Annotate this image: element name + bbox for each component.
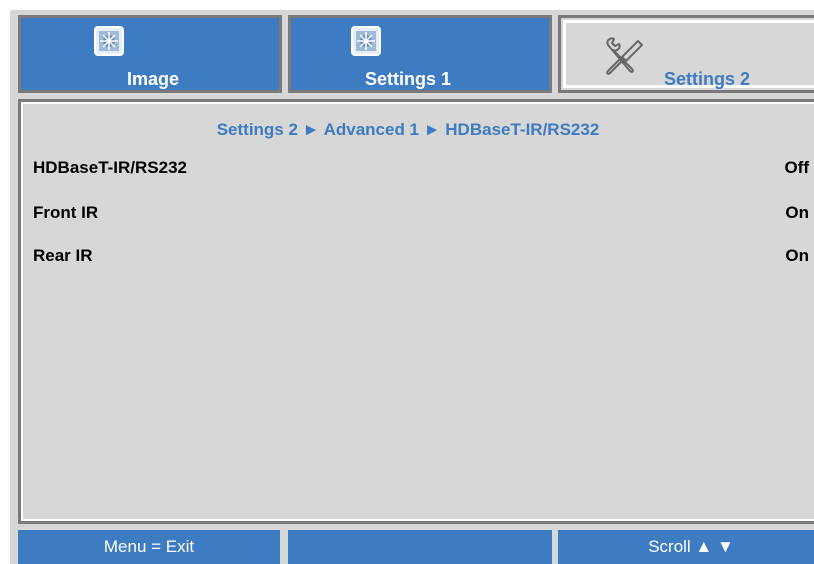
tab-settings-2-bg: Settings 2	[563, 20, 814, 89]
footer-scroll: Scroll ▲ ▼	[558, 530, 814, 564]
tab-settings-2-label: Settings 2	[664, 69, 751, 89]
tab-settings-1-label: Settings 1	[365, 69, 452, 89]
tab-image-label: Image	[126, 69, 180, 89]
menu-row-value: On	[785, 203, 809, 222]
menu-row-label: Rear IR	[33, 246, 93, 265]
footer-bar: Menu = Exit Scroll ▲ ▼	[18, 530, 814, 564]
image-tab-icon	[94, 26, 124, 56]
menu-row-front-ir[interactable]: Front IR On	[33, 203, 809, 227]
menu-row-value: Off	[784, 158, 809, 177]
tools-icon	[602, 35, 646, 79]
menu-row-label: HDBaseT-IR/RS232	[33, 158, 188, 177]
tab-settings-1-bg: Settings 1	[291, 18, 549, 90]
content-panel-inner: Settings 2 ► Advanced 1 ► HDBaseT-IR/RS2…	[21, 102, 814, 521]
footer-middle	[288, 530, 552, 564]
footer-menu-exit: Menu = Exit	[18, 530, 280, 564]
breadcrumb: Settings 2 ► Advanced 1 ► HDBaseT-IR/RS2…	[216, 120, 600, 139]
tab-settings-1[interactable]: Settings 1	[288, 15, 552, 93]
menu-row-hdbaset[interactable]: HDBaseT-IR/RS232 Off	[33, 158, 809, 182]
tab-image-bg: Image	[21, 18, 279, 90]
osd-menu: Image Settings 1 Settings 2 Settings 2 ►…	[10, 10, 814, 564]
menu-row-rear-ir[interactable]: Rear IR On	[33, 246, 809, 270]
tab-image[interactable]: Image	[18, 15, 282, 93]
content-panel: Settings 2 ► Advanced 1 ► HDBaseT-IR/RS2…	[18, 99, 814, 524]
tab-settings-2[interactable]: Settings 2	[558, 15, 814, 93]
settings1-tab-icon	[351, 26, 381, 56]
menu-row-label: Front IR	[33, 203, 99, 222]
menu-row-value: On	[785, 246, 809, 265]
